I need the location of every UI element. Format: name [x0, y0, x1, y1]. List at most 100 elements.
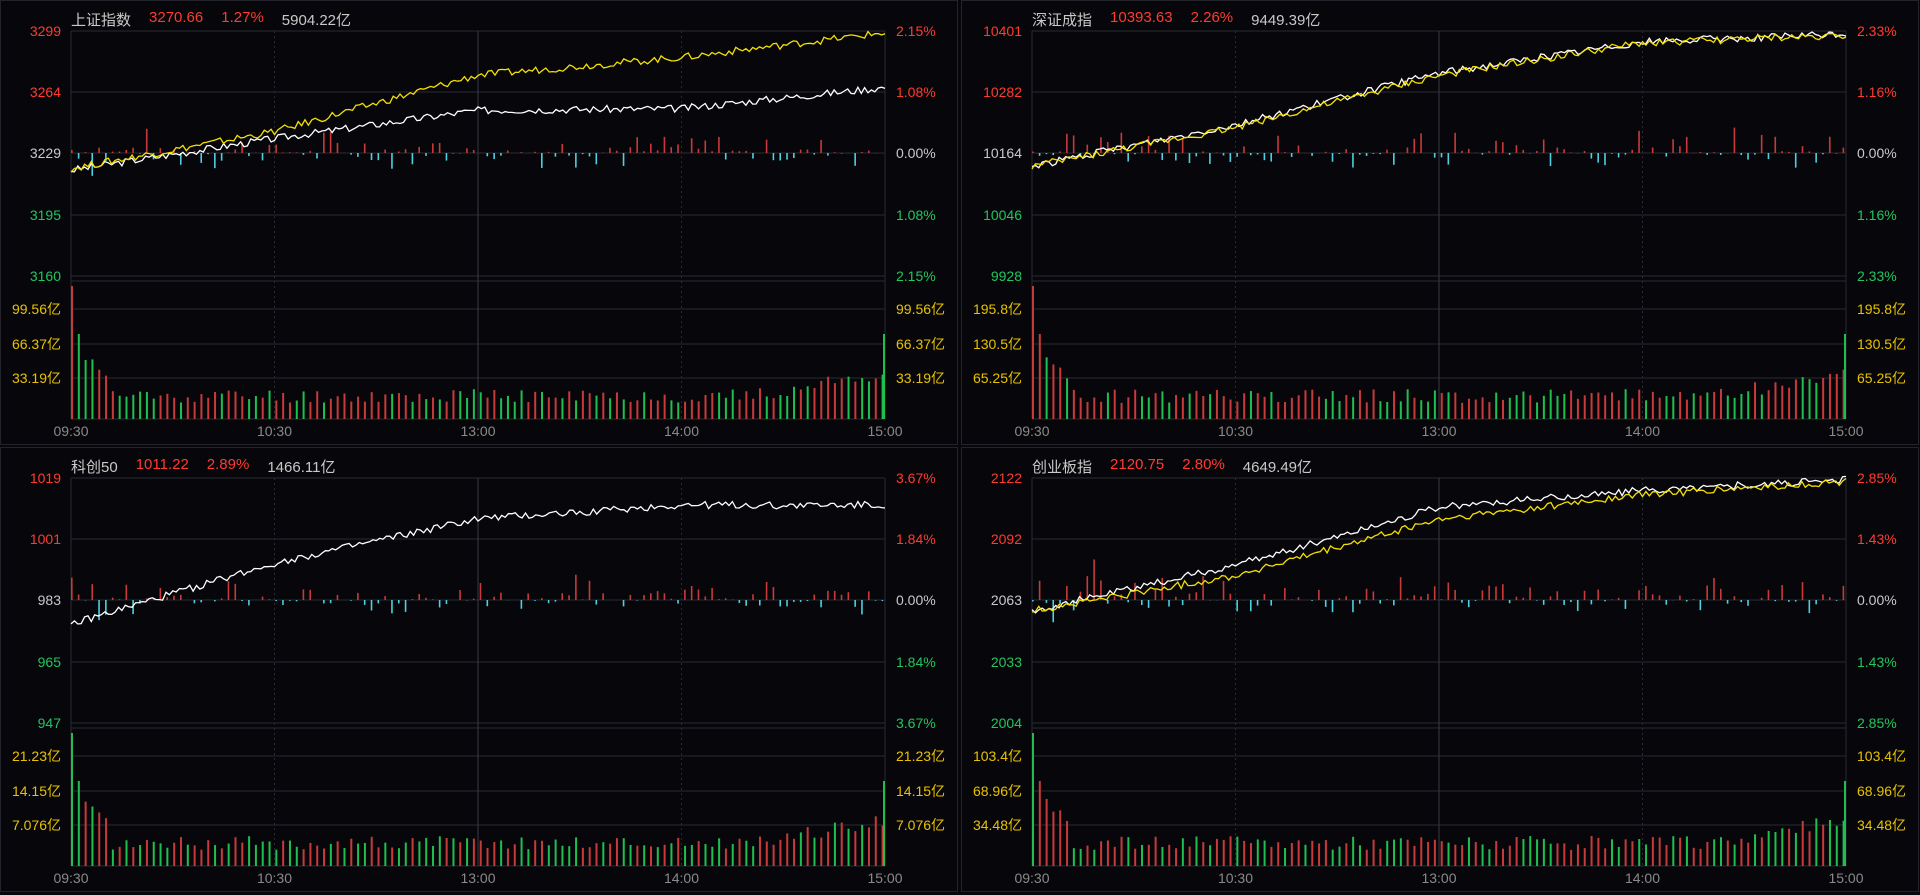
- flow-bar: [786, 153, 788, 160]
- volume-bar: [1665, 396, 1668, 419]
- volume-bar: [1454, 392, 1457, 419]
- index-panel-star50[interactable]: 科创50 1011.22 2.89% 1466.11亿 1019 1001 983 9…: [0, 447, 958, 892]
- flow-bar: [248, 153, 250, 157]
- volume-bar: [684, 401, 687, 419]
- volume-bar: [1801, 377, 1804, 419]
- volume-bar: [241, 842, 244, 866]
- volume-bar: [1263, 840, 1266, 866]
- volume-bar: [357, 396, 360, 419]
- flow-bar: [1256, 153, 1259, 155]
- volume-bar: [1256, 393, 1259, 419]
- index-panel-shanghai[interactable]: 上证指数 3270.66 1.27% 5904.22亿 3299 3264 3229…: [0, 0, 958, 445]
- flow-bar: [724, 153, 727, 160]
- volume-bar: [438, 399, 441, 419]
- volume-bar: [248, 399, 251, 419]
- flow-bar: [1399, 577, 1402, 600]
- flow-bar: [554, 600, 557, 602]
- flow-bar: [1059, 600, 1061, 604]
- volume-bar: [207, 840, 210, 866]
- volume-bar: [452, 838, 455, 866]
- flow-bar: [125, 584, 128, 600]
- volume-bar: [125, 396, 128, 419]
- flow-bar: [91, 584, 94, 600]
- volume-bar: [697, 841, 700, 866]
- flow-bar: [486, 600, 489, 607]
- flow-bar: [1658, 595, 1661, 600]
- flow-bar: [384, 149, 386, 153]
- flow-bar: [1726, 600, 1729, 604]
- volume-bar: [404, 395, 407, 419]
- volume-bar: [847, 828, 850, 866]
- flow-bar: [1243, 146, 1245, 153]
- flow-bar: [1835, 600, 1838, 601]
- flow-bar: [1801, 582, 1804, 600]
- volume-bar: [704, 844, 707, 866]
- volume-bar: [1393, 391, 1396, 419]
- flow-bar: [1563, 600, 1565, 605]
- volume-bar: [1488, 402, 1491, 419]
- volume-bar: [718, 838, 721, 866]
- time-tick-label: 09:30: [53, 870, 88, 886]
- index-panel-shenzhen[interactable]: 深证成指 10393.63 2.26% 9449.39亿 10401 10282 1…: [961, 0, 1919, 445]
- volume-tick-label: 14.15亿: [896, 783, 945, 799]
- volume-bar: [254, 395, 257, 419]
- volume-bar: [704, 395, 707, 419]
- volume-tick-label: 33.19亿: [12, 370, 61, 386]
- flow-bar: [302, 153, 305, 155]
- volume-bar: [575, 400, 578, 419]
- volume-bar: [186, 844, 189, 866]
- flow-bar: [575, 574, 577, 600]
- flow-bar: [1345, 596, 1347, 600]
- volume-bar: [370, 836, 373, 866]
- flow-bar: [1610, 599, 1613, 600]
- volume-bar: [1399, 401, 1402, 419]
- market-overview: 上证指数 3270.66 1.27% 5904.22亿 3299 3264 3229…: [0, 0, 1920, 895]
- volume-bar: [1059, 367, 1062, 419]
- flow-bar: [500, 153, 502, 156]
- volume-bar: [1801, 821, 1804, 866]
- flow-bar: [1032, 600, 1034, 602]
- index-panel-chinext[interactable]: 创业板指 2120.75 2.80% 4649.49亿 2122 2092 2063…: [961, 447, 1919, 892]
- flow-bar: [1127, 600, 1129, 603]
- flow-bar: [77, 153, 80, 159]
- flow-bar: [867, 591, 870, 600]
- flow-bar: [1536, 600, 1538, 601]
- volume-bar: [466, 397, 469, 419]
- volume-tick-label: 34.48亿: [973, 817, 1022, 833]
- volume-bar: [1835, 825, 1838, 866]
- volume-bar: [1297, 840, 1300, 866]
- volume-bar: [152, 841, 155, 866]
- volume-tick-label: 7.076亿: [896, 817, 945, 833]
- volume-bar: [1726, 840, 1729, 866]
- flow-bar: [214, 153, 216, 169]
- flow-bar: [445, 153, 448, 161]
- flow-bar: [1638, 130, 1640, 153]
- volume-bar: [1631, 398, 1634, 419]
- price-tick-label: 2122: [991, 470, 1022, 486]
- flow-bar: [752, 594, 754, 600]
- volume-bar: [282, 392, 285, 419]
- flow-bar: [1393, 600, 1395, 606]
- volume-bar: [799, 832, 802, 866]
- volume-bar: [214, 845, 217, 866]
- volume-bar: [602, 392, 605, 419]
- price-tick-label: 2092: [991, 531, 1022, 547]
- flow-bar: [1801, 146, 1804, 153]
- flow-bar: [1324, 600, 1327, 607]
- flow-bar: [506, 150, 509, 153]
- time-tick-label: 14:00: [1625, 870, 1660, 886]
- volume-bar: [779, 839, 782, 866]
- volume-bar: [1433, 390, 1436, 419]
- volume-bar: [350, 838, 353, 866]
- volume-bar: [288, 840, 291, 866]
- volume-bar: [1059, 810, 1062, 866]
- volume-bar: [799, 389, 802, 419]
- volume-bar: [323, 402, 326, 419]
- price-tick-label: 3299: [30, 23, 61, 39]
- volume-bar: [1175, 395, 1178, 419]
- flow-bar: [1052, 153, 1055, 156]
- volume-bar: [1284, 402, 1287, 419]
- volume-bar: [1685, 399, 1688, 419]
- flow-bar: [1358, 153, 1361, 155]
- volume-bar: [179, 837, 182, 866]
